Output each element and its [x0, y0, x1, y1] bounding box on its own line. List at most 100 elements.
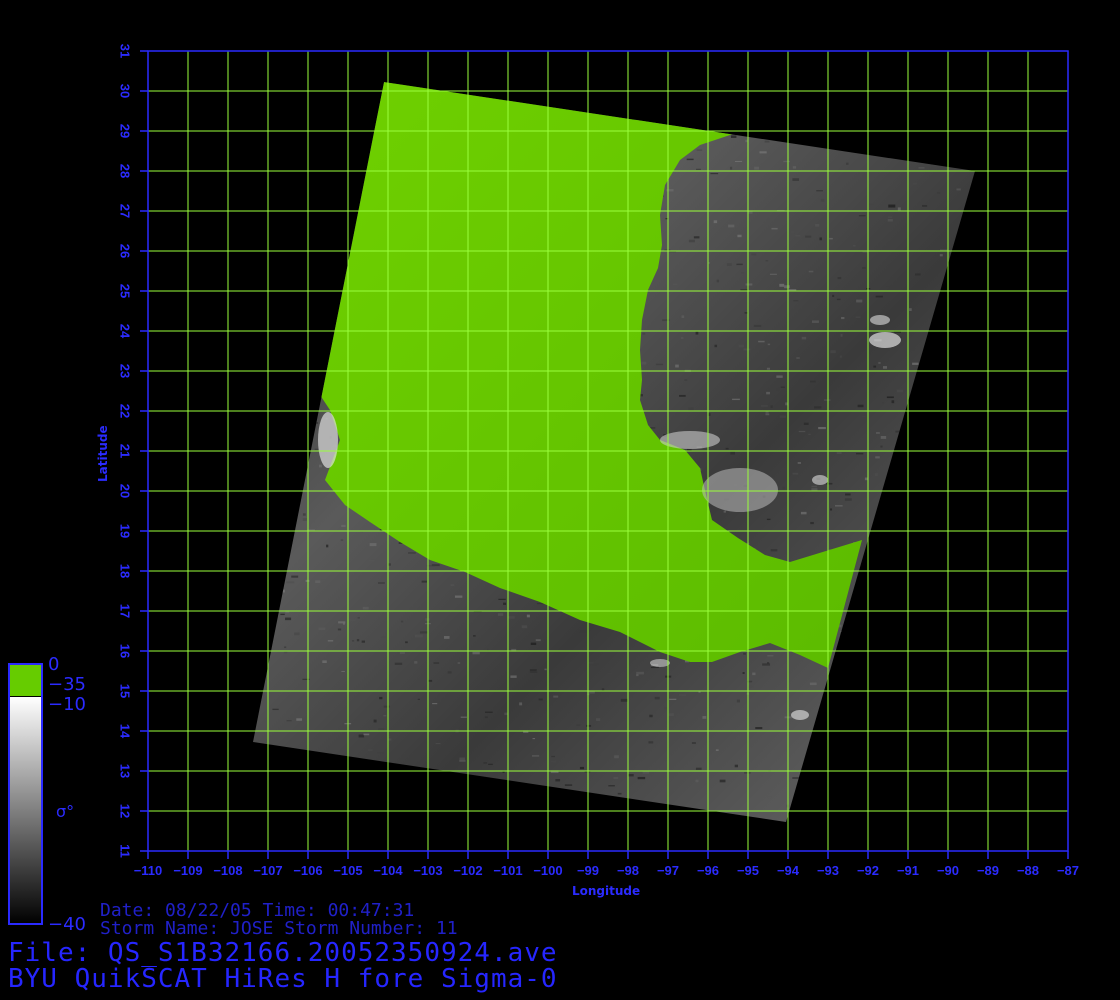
speckle	[793, 300, 799, 302]
speckle	[798, 742, 803, 744]
speckle	[969, 542, 973, 545]
speckle	[910, 698, 916, 701]
speckle	[745, 139, 748, 143]
speckle	[255, 645, 260, 647]
speckle	[356, 639, 360, 642]
speckle	[272, 708, 279, 711]
speckle	[314, 307, 321, 311]
speckle	[576, 724, 581, 726]
speckle	[920, 559, 924, 562]
y-tick-label: 23	[118, 364, 133, 378]
x-tick-label: −88	[1017, 863, 1039, 878]
speckle	[317, 223, 324, 225]
speckle	[800, 813, 808, 815]
y-tick-label: 25	[118, 284, 133, 298]
speckle	[874, 473, 878, 477]
speckle	[864, 647, 868, 650]
speckle	[900, 580, 907, 583]
speckle	[290, 144, 297, 146]
speckle	[752, 672, 756, 676]
speckle	[922, 492, 925, 494]
speckle	[258, 687, 264, 691]
y-tick-label: 29	[118, 124, 133, 138]
speckle	[433, 662, 440, 664]
speckle	[923, 609, 929, 611]
speckle	[641, 804, 646, 807]
speckle	[714, 344, 718, 348]
x-tick-label: −93	[817, 863, 839, 878]
speckle	[503, 602, 507, 605]
speckle	[808, 433, 811, 435]
speckle	[834, 505, 843, 507]
speckle	[496, 812, 504, 816]
speckle	[291, 271, 297, 274]
speckle	[419, 631, 428, 634]
speckle	[272, 102, 277, 106]
speckle	[940, 677, 944, 680]
speckle	[507, 616, 515, 619]
speckle	[473, 635, 476, 637]
speckle	[328, 172, 335, 175]
speckle	[321, 375, 324, 378]
speckle	[538, 698, 543, 701]
speckle	[278, 223, 281, 226]
speckle	[820, 802, 827, 806]
speckle	[260, 636, 263, 640]
speckle	[876, 432, 880, 434]
speckle	[844, 658, 849, 662]
speckle	[710, 173, 719, 175]
speckle	[636, 674, 639, 677]
speckle	[897, 803, 901, 807]
speckle	[868, 203, 874, 206]
speckle	[253, 437, 258, 439]
speckle	[341, 524, 346, 527]
colorbar-land-max: 0	[48, 654, 60, 675]
speckle	[649, 714, 653, 718]
speckle	[782, 486, 785, 490]
speckle	[837, 276, 842, 280]
speckle	[765, 411, 769, 414]
speckle	[760, 404, 768, 407]
speckle	[924, 415, 930, 417]
speckle	[980, 663, 983, 664]
speckle	[337, 628, 342, 631]
speckle	[956, 473, 964, 476]
speckle	[764, 140, 770, 143]
speckle	[829, 91, 834, 95]
speckle	[734, 160, 743, 162]
y-tick-label: 14	[118, 724, 133, 739]
speckle	[317, 371, 324, 373]
speckle	[852, 118, 855, 121]
speckle	[281, 589, 285, 593]
speckle	[614, 755, 619, 759]
speckle	[432, 703, 438, 705]
speckle	[922, 204, 928, 207]
speckle	[510, 816, 515, 820]
speckle	[944, 547, 948, 550]
speckle	[636, 671, 644, 675]
speckle	[862, 686, 871, 689]
speckle	[367, 749, 373, 751]
speckle	[564, 784, 573, 786]
speckle	[935, 683, 940, 685]
speckle	[969, 533, 975, 536]
speckle	[558, 98, 564, 102]
colorbar-land-min: −35	[48, 674, 86, 695]
speckle	[797, 462, 801, 464]
speckle	[370, 82, 373, 83]
speckle	[835, 794, 841, 797]
speckle	[954, 85, 961, 88]
product-title: BYU QuikSCAT HiRes H fore Sigma-0	[8, 964, 558, 994]
speckle	[504, 96, 510, 100]
speckle	[681, 315, 685, 319]
speckle	[608, 785, 615, 787]
y-tick-label: 31	[118, 44, 133, 58]
speckle	[394, 662, 403, 665]
speckle	[388, 563, 391, 566]
speckle	[924, 434, 929, 436]
speckle	[808, 270, 814, 273]
speckle	[736, 107, 742, 110]
speckle	[840, 630, 849, 633]
speckle	[485, 711, 493, 713]
x-tick-label: −110	[134, 863, 163, 878]
